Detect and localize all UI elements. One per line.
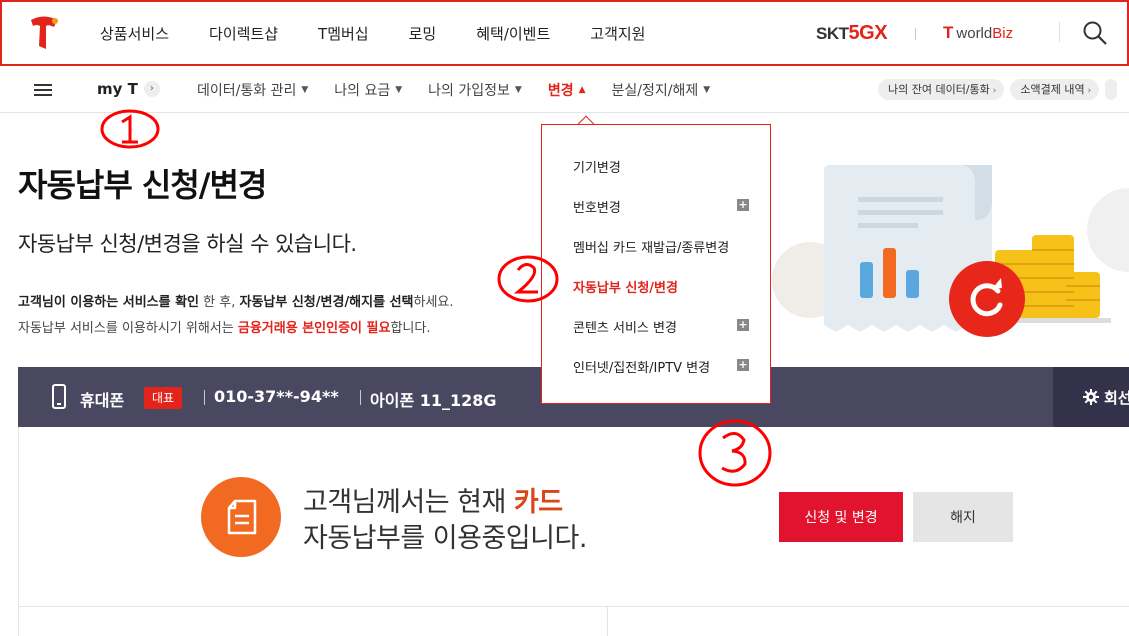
payment-method: 카드 (513, 487, 563, 518)
sub-nav-lost-suspend[interactable]: 분실/정지/해제 ▼ (612, 80, 711, 100)
chevron-down-icon: ▼ (703, 84, 711, 95)
apply-change-button[interactable]: 신청 및 변경 (779, 492, 903, 542)
divider (360, 390, 361, 405)
chevron-right-icon: › (1087, 86, 1092, 96)
representative-badge: 대표 (144, 387, 183, 409)
chevron-right-icon: › (992, 86, 997, 96)
gear-icon (1083, 389, 1099, 405)
top-nav-support[interactable]: 고객지원 (590, 23, 645, 44)
hamburger-menu-icon[interactable] (34, 84, 52, 96)
divider (18, 606, 1129, 607)
annotation-circle-1-icon (100, 109, 160, 149)
annotation-circle-3-icon (698, 419, 772, 487)
cancel-autopay-button[interactable]: 해지 (913, 492, 1013, 542)
divider (1059, 22, 1060, 42)
skt-5gx-logo[interactable]: SKT5GX (816, 22, 888, 45)
page-subtitle: 자동납부 신청/변경을 하실 수 있습니다. (18, 232, 357, 256)
line-settings-label: 회선 (1104, 389, 1129, 407)
top-nav-events[interactable]: 혜택/이벤트 (476, 23, 550, 44)
annotation-circle-2-icon (497, 255, 559, 303)
myt-home-link[interactable]: my T › (97, 80, 160, 98)
worldbiz-logo[interactable]: Tworld Biz (943, 23, 1013, 43)
pill-overflow[interactable] (1105, 79, 1118, 100)
sub-nav-change[interactable]: 변경 ▲ (548, 80, 586, 100)
autopay-status-line-1: 고객님께서는 현재 카드 (303, 487, 563, 518)
top-nav-products[interactable]: 상품서비스 (100, 23, 169, 44)
divider (915, 28, 916, 40)
t-logo-icon[interactable] (28, 15, 60, 51)
device-number: 010-37**-94** (214, 387, 339, 406)
device-type: 휴대폰 (80, 391, 125, 410)
mobile-phone-icon (52, 384, 66, 409)
expand-plus-icon[interactable]: + (737, 199, 749, 211)
chevron-down-icon: ▼ (395, 84, 403, 95)
top-nav: 상품서비스 다이렉트샵 T멤버십 로밍 혜택/이벤트 고객지원 (100, 2, 685, 64)
dropdown-item-number-change[interactable]: 번호변경 (573, 197, 621, 216)
dropdown-item-autopay[interactable]: 자동납부 신청/변경 (573, 277, 678, 296)
line-settings-button[interactable]: 회선 (1053, 367, 1129, 427)
autopay-status-line-2: 자동납부를 이용중입니다. (303, 523, 587, 554)
sub-nav-my-subscription[interactable]: 나의 가입정보 ▼ (428, 80, 522, 100)
pill-micropayment[interactable]: 소액결제 내역 › (1010, 79, 1100, 100)
receipt-coins-illustration (772, 165, 1129, 332)
sub-nav-data-call[interactable]: 데이터/통화 관리 ▼ (197, 80, 308, 100)
top-nav-roaming[interactable]: 로밍 (409, 23, 437, 44)
top-nav-membership[interactable]: T멤버십 (318, 23, 369, 44)
page-title: 자동납부 신청/변경 (18, 166, 267, 204)
chevron-right-icon: › (143, 81, 160, 97)
sub-nav: my T › 데이터/통화 관리 ▼ 나의 요금 ▼ 나의 가입정보 ▼ 변경 ▲ 분실… (0, 66, 1129, 113)
top-nav-direct-shop[interactable]: 다이렉트샵 (209, 23, 278, 44)
document-icon (227, 499, 257, 535)
dropdown-item-device-change[interactable]: 기기변경 (573, 157, 621, 176)
refresh-icon (949, 261, 1025, 337)
dropdown-item-content-service[interactable]: 콘텐츠 서비스 변경 (573, 317, 677, 336)
search-icon[interactable] (1082, 20, 1108, 46)
description-line-2: 자동납부 서비스를 이용하시기 위해서는 금융거래용 본인인증이 필요합니다. (18, 321, 431, 336)
device-model: 아이폰 11_128G (370, 391, 497, 410)
pill-remaining-data[interactable]: 나의 잔여 데이터/통화 › (878, 79, 1005, 100)
chevron-down-icon: ▼ (301, 84, 309, 95)
divider (204, 390, 205, 405)
expand-plus-icon[interactable]: + (737, 319, 749, 331)
description-line-1: 고객님이 이용하는 서비스를 확인 한 후, 자동납부 신청/변경/해지를 선택… (18, 295, 454, 310)
expand-plus-icon[interactable]: + (737, 359, 749, 371)
top-header: 상품서비스 다이렉트샵 T멤버십 로밍 혜택/이벤트 고객지원 SKT5GX T… (0, 0, 1129, 66)
sub-nav-my-bill[interactable]: 나의 요금 ▼ (334, 80, 402, 100)
chevron-down-icon: ▼ (514, 84, 522, 95)
chevron-up-icon: ▲ (578, 84, 586, 95)
dropdown-item-membership-card[interactable]: 멤버십 카드 재발급/종류변경 (573, 237, 729, 256)
change-dropdown-menu: 기기변경 번호변경 + 멤버십 카드 재발급/종류변경 자동납부 신청/변경 콘… (541, 124, 771, 404)
dropdown-item-internet-iptv[interactable]: 인터넷/집전화/IPTV 변경 (573, 357, 710, 376)
divider (607, 607, 608, 636)
